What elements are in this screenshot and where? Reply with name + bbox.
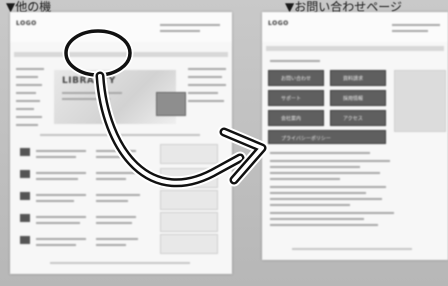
magnifier-circle-icon xyxy=(62,27,134,79)
curved-arrow-icon xyxy=(93,69,269,190)
screenshot-scene: ▼他の機 ▼お問い合わせページ LOGO LIBRAGTY LOGO お問い合わ… xyxy=(0,0,448,286)
annotation-overlay xyxy=(62,27,269,190)
